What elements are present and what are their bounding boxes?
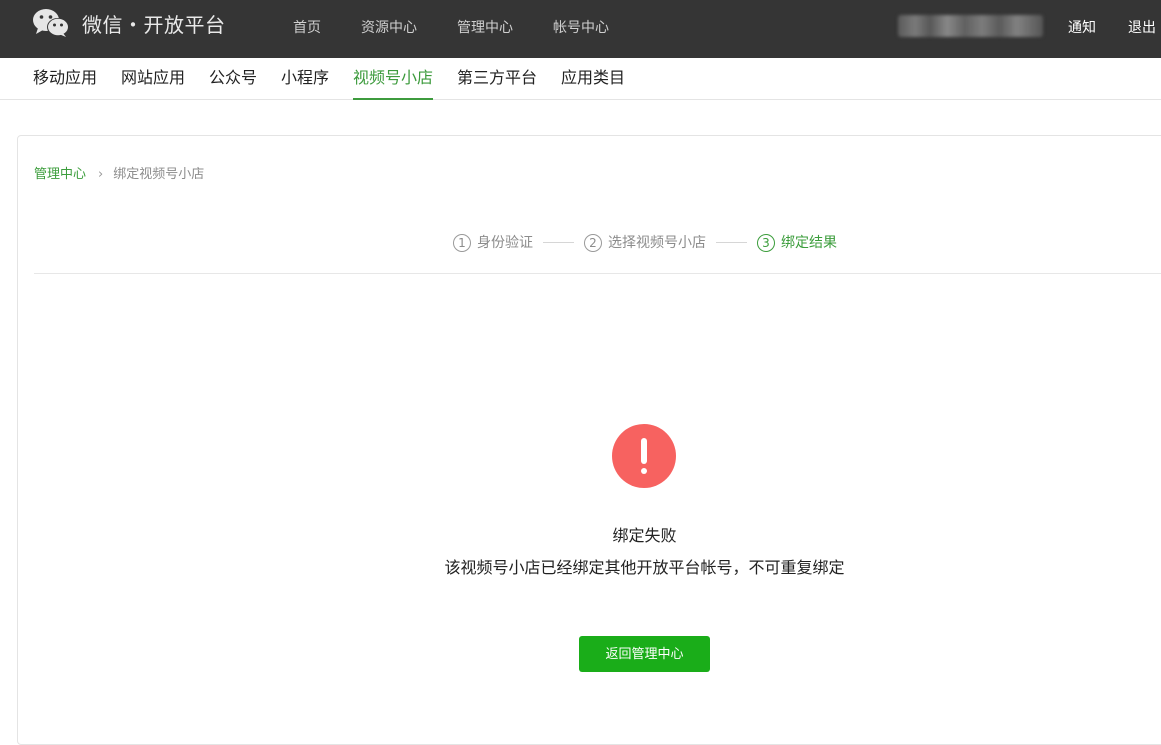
result-title: 绑定失败 <box>612 526 677 545</box>
tab-third-party-platform[interactable]: 第三方平台 <box>457 58 537 100</box>
exclamation-bar <box>641 438 647 464</box>
notify-link[interactable]: 通知 <box>1068 17 1096 37</box>
step-2: 2 选择视频号小店 <box>584 232 706 252</box>
nav-resources[interactable]: 资源中心 <box>361 17 417 37</box>
tab-channels-shop[interactable]: 视频号小店 <box>353 58 434 100</box>
step-3: 3 绑定结果 <box>757 232 837 252</box>
breadcrumb: 管理中心 › 绑定视频号小店 <box>34 163 204 182</box>
category-tabs: 移动应用 网站应用 公众号 小程序 视频号小店 第三方平台 应用类目 <box>0 58 1161 100</box>
logout-link[interactable]: 退出 <box>1128 17 1156 37</box>
step-number: 3 <box>757 234 775 252</box>
step-connector <box>543 241 574 243</box>
step-label: 身份验证 <box>477 235 533 251</box>
tab-official-account[interactable]: 公众号 <box>209 58 257 100</box>
tab-mobile-app[interactable]: 移动应用 <box>33 58 97 100</box>
progress-steps: 1 身份验证 2 选择视频号小店 3 绑定结果 <box>453 232 837 254</box>
exclamation-icon <box>612 424 676 488</box>
step-connector <box>716 241 747 243</box>
nav-account[interactable]: 帐号中心 <box>553 17 609 37</box>
tab-mini-program[interactable]: 小程序 <box>281 58 329 100</box>
nav-management[interactable]: 管理中心 <box>457 17 513 37</box>
breadcrumb-current: 绑定视频号小店 <box>113 167 205 182</box>
result-message: 该视频号小店已经绑定其他开放平台帐号，不可重复绑定 <box>444 558 845 577</box>
user-name-blurred[interactable] <box>898 15 1043 37</box>
wechat-logo-icon[interactable] <box>32 8 70 38</box>
nav-home[interactable]: 首页 <box>293 17 321 37</box>
exclamation-dot <box>641 468 647 474</box>
back-to-management-button[interactable]: 返回管理中心 <box>579 636 710 672</box>
brand-title[interactable]: 微信・开放平台 <box>82 9 226 38</box>
tab-website-app[interactable]: 网站应用 <box>121 58 185 100</box>
top-bar: 微信・开放平台 首页 资源中心 管理中心 帐号中心 通知 退出 <box>0 0 1161 58</box>
breadcrumb-parent-link[interactable]: 管理中心 <box>34 167 86 182</box>
main-card: 管理中心 › 绑定视频号小店 1 身份验证 2 选择视频号小店 3 绑定结果 绑定失败 该视频… <box>17 135 1161 745</box>
divider <box>34 273 1161 274</box>
step-1: 1 身份验证 <box>453 232 533 252</box>
step-label: 绑定结果 <box>781 235 837 251</box>
chevron-right-icon: › <box>98 167 104 182</box>
step-number: 2 <box>584 234 602 252</box>
tab-app-category[interactable]: 应用类目 <box>561 58 625 100</box>
step-number: 1 <box>453 234 471 252</box>
step-label: 选择视频号小店 <box>608 235 706 251</box>
